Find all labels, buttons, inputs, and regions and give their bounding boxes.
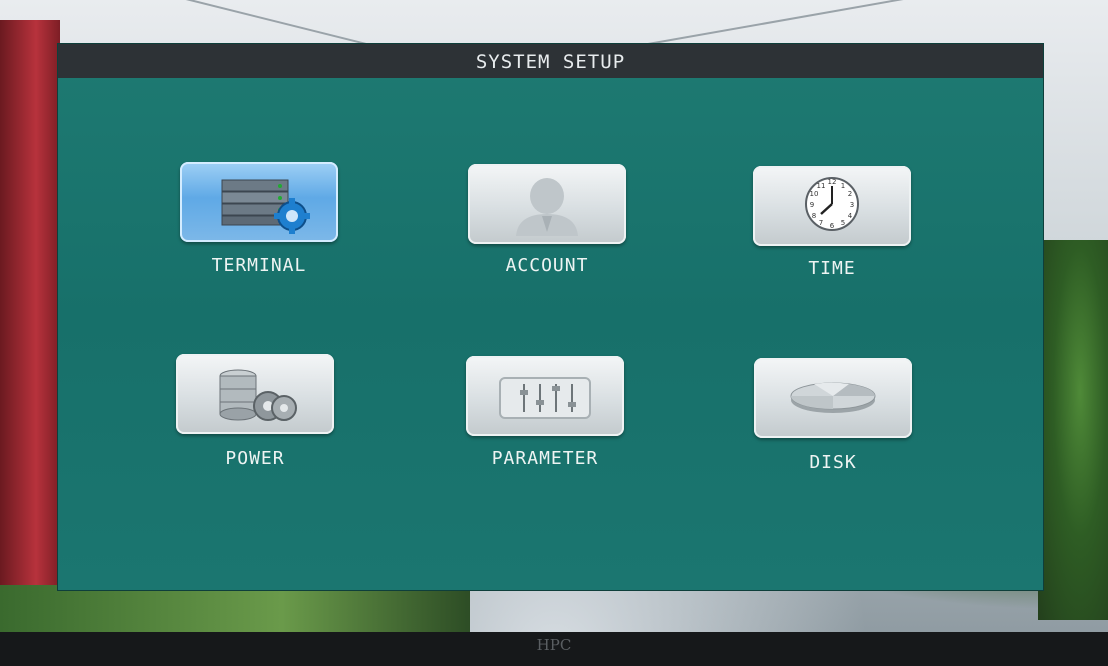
svg-text:8: 8 — [812, 212, 816, 220]
pie-disk-icon — [790, 382, 876, 413]
terminal-button[interactable] — [180, 162, 338, 242]
user-icon — [516, 178, 578, 236]
svg-text:3: 3 — [850, 201, 854, 209]
database-gear-icon — [219, 369, 297, 421]
monitor-brand: HPC — [536, 636, 572, 654]
svg-text:5: 5 — [841, 219, 845, 227]
parameter-button[interactable] — [466, 356, 624, 436]
account-label: ACCOUNT — [505, 255, 589, 276]
background-floor — [0, 585, 470, 635]
svg-text:4: 4 — [848, 212, 853, 220]
parameter-label: PARAMETER — [491, 448, 599, 469]
account-button[interactable] — [468, 164, 626, 244]
svg-text:12: 12 — [828, 178, 837, 186]
svg-text:10: 10 — [810, 190, 819, 198]
svg-text:7: 7 — [819, 219, 823, 227]
background-plant — [1038, 240, 1108, 620]
system-setup-dialog: SYSTEM SETUP TERMINAL ACCOUNT 12 3 6 9 1… — [58, 44, 1043, 590]
time-label: TIME — [808, 258, 856, 279]
time-button[interactable]: 12 3 6 9 12 45 78 10 11 — [753, 166, 911, 246]
svg-text:1: 1 — [841, 182, 845, 190]
background-bottle — [0, 20, 60, 620]
svg-text:9: 9 — [810, 201, 814, 209]
svg-text:6: 6 — [830, 222, 835, 230]
power-label: POWER — [225, 448, 285, 469]
server-gear-icon — [221, 179, 310, 234]
power-button[interactable] — [176, 354, 334, 434]
ceiling-line — [642, 0, 938, 47]
clock-icon: 12 3 6 9 12 45 78 1011 — [805, 177, 859, 231]
disk-button[interactable] — [754, 358, 912, 438]
ceiling-line — [123, 0, 377, 48]
disk-label: DISK — [809, 452, 857, 473]
sliders-icon — [499, 377, 591, 419]
dialog-title: SYSTEM SETUP — [58, 44, 1043, 78]
svg-text:11: 11 — [817, 182, 826, 190]
terminal-label: TERMINAL — [211, 255, 307, 276]
svg-text:2: 2 — [848, 190, 852, 198]
